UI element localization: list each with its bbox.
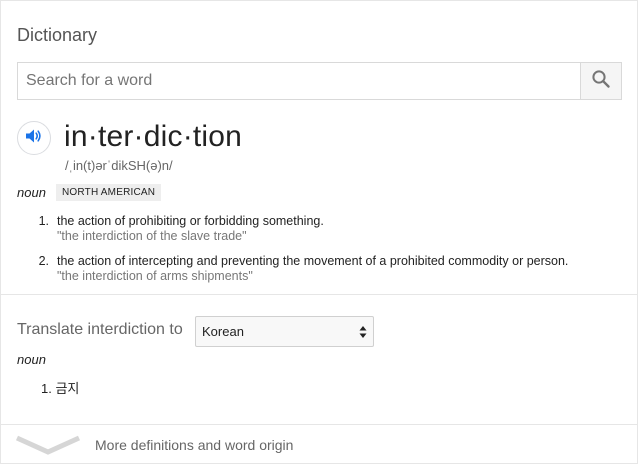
definition-text: the action of prohibiting or forbidding …: [57, 214, 324, 228]
more-definitions-label: More definitions and word origin: [95, 437, 294, 453]
speaker-icon: [25, 128, 43, 149]
more-definitions-button[interactable]: More definitions and word origin: [1, 425, 637, 463]
translation-item: 1. 금지: [41, 378, 79, 397]
select-arrows-icon: [359, 324, 367, 340]
search-box: [17, 62, 622, 100]
translate-label: Translate interdiction to: [17, 321, 183, 338]
definition-number: 1.: [38, 214, 49, 228]
search-icon: [591, 69, 611, 94]
chevron-down-icon: [15, 435, 81, 460]
language-select-value: Korean: [202, 324, 244, 339]
definition-text: the action of intercepting and preventin…: [57, 254, 569, 268]
phonetic-spelling: /ˌin(t)ərˈdikSH(ə)n/: [65, 158, 173, 173]
definition-number: 2.: [38, 254, 49, 268]
translation-number: 1.: [41, 381, 52, 396]
definition-example: "the interdiction of the slave trade": [57, 229, 247, 243]
region-badge: NORTH AMERICAN: [56, 184, 162, 201]
part-of-speech: noun: [17, 185, 46, 200]
language-select[interactable]: Korean: [195, 316, 374, 347]
headword: in·ter·dic·tion: [64, 120, 243, 153]
dictionary-card: Dictionary in·ter·dic·tion /ˌin(t)ərˈdik…: [0, 0, 638, 464]
section-divider: [1, 294, 637, 295]
search-button[interactable]: [580, 63, 621, 99]
translation-text: 금지: [55, 381, 80, 396]
search-input[interactable]: [18, 63, 580, 99]
definition-example: "the interdiction of arms shipments": [57, 269, 253, 283]
translation-part-of-speech: noun: [17, 352, 46, 367]
card-title: Dictionary: [17, 25, 98, 45]
pronunciation-button[interactable]: [17, 121, 51, 155]
